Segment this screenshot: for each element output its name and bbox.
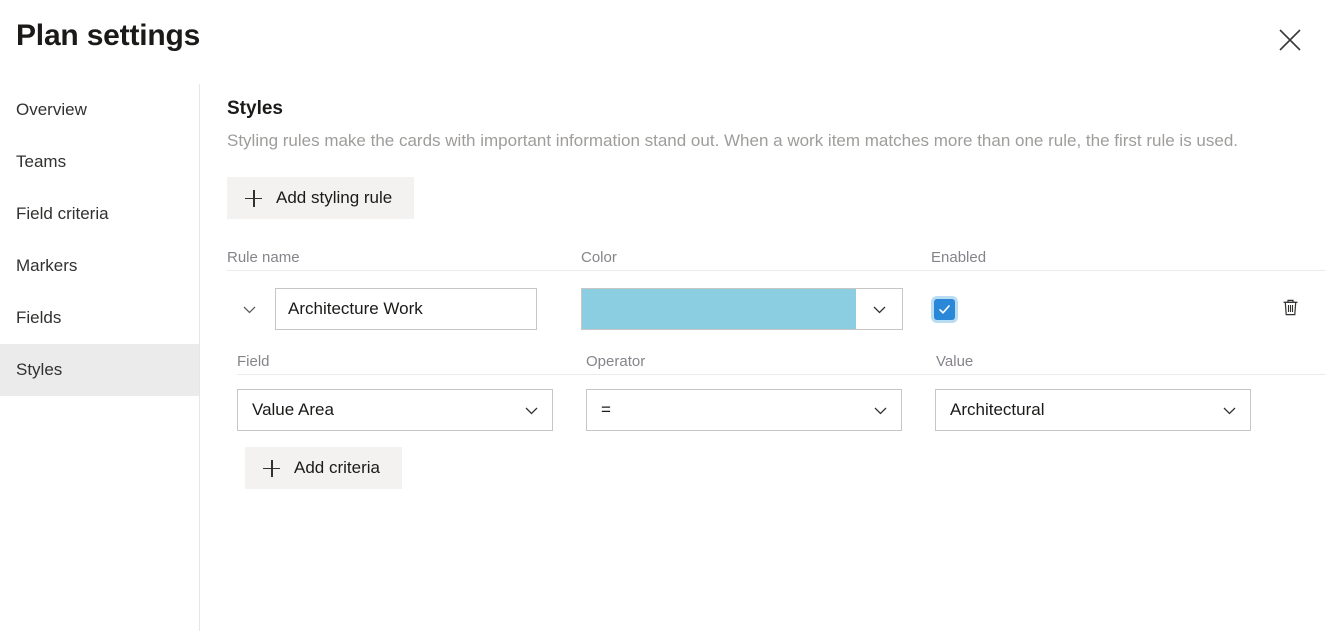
page-title: Plan settings xyxy=(16,14,200,58)
chevron-down-icon xyxy=(522,401,541,420)
sidebar-item-styles[interactable]: Styles xyxy=(0,344,199,396)
rule-delete-cell xyxy=(1260,293,1320,325)
sidebar-item-teams[interactable]: Teams xyxy=(0,136,199,188)
rule-enabled-cell xyxy=(931,299,1260,320)
sidebar-item-label: Styles xyxy=(16,360,62,380)
add-styling-rule-container: Add styling rule xyxy=(227,177,1326,219)
column-header-enabled: Enabled xyxy=(931,249,1326,266)
plus-icon xyxy=(245,190,262,207)
add-styling-rule-label: Add styling rule xyxy=(276,188,392,208)
enabled-checkbox[interactable] xyxy=(934,299,955,320)
value-dropdown-value: Architectural xyxy=(950,400,1044,420)
settings-sidebar: Overview Teams Field criteria Markers Fi… xyxy=(0,84,200,631)
criteria-block: Field Operator Value Value Area xyxy=(227,347,1326,489)
column-header-operator: Operator xyxy=(586,353,936,370)
criteria-column-headers: Field Operator Value xyxy=(237,347,1326,375)
rule-color-cell xyxy=(581,288,931,330)
chevron-down-icon xyxy=(1220,401,1239,420)
add-criteria-container: Add criteria xyxy=(245,447,1326,489)
styles-panel: Styles Styling rules make the cards with… xyxy=(200,84,1326,631)
styling-rule-row xyxy=(227,271,1326,345)
sidebar-item-label: Field criteria xyxy=(16,204,109,224)
sidebar-item-field-criteria[interactable]: Field criteria xyxy=(0,188,199,240)
sidebar-item-label: Overview xyxy=(16,100,87,120)
sidebar-item-label: Fields xyxy=(16,308,61,328)
section-description: Styling rules make the cards with import… xyxy=(227,128,1305,154)
plus-icon xyxy=(263,460,280,477)
sidebar-item-label: Markers xyxy=(16,256,77,276)
column-header-field: Field xyxy=(237,353,586,370)
field-dropdown[interactable]: Value Area xyxy=(237,389,553,431)
rule-name-input[interactable] xyxy=(275,288,537,330)
section-title: Styles xyxy=(227,96,1326,122)
rule-name-cell xyxy=(227,288,581,330)
panel-body: Overview Teams Field criteria Markers Fi… xyxy=(0,84,1326,631)
styling-rules-table: Rule name Color Enabled xyxy=(227,241,1326,489)
add-criteria-label: Add criteria xyxy=(294,458,380,478)
panel-header: Plan settings xyxy=(0,0,1326,84)
sidebar-item-label: Teams xyxy=(16,152,66,172)
close-button[interactable] xyxy=(1270,20,1310,60)
color-swatch xyxy=(582,289,856,329)
column-header-rule-name: Rule name xyxy=(227,249,581,266)
color-picker[interactable] xyxy=(581,288,903,330)
sidebar-item-overview[interactable]: Overview xyxy=(0,84,199,136)
sidebar-item-markers[interactable]: Markers xyxy=(0,240,199,292)
chevron-down-icon xyxy=(871,401,890,420)
criteria-row: Value Area = xyxy=(237,375,1326,445)
rules-column-headers: Rule name Color Enabled xyxy=(227,241,1326,271)
operator-dropdown-value: = xyxy=(601,400,611,420)
close-icon xyxy=(1277,27,1303,53)
column-header-color: Color xyxy=(581,249,931,266)
operator-dropdown[interactable]: = xyxy=(586,389,902,431)
value-dropdown[interactable]: Architectural xyxy=(935,389,1251,431)
delete-rule-button[interactable] xyxy=(1274,293,1306,325)
column-header-value: Value xyxy=(936,353,1326,370)
add-styling-rule-button[interactable]: Add styling rule xyxy=(227,177,414,219)
chevron-down-icon[interactable] xyxy=(233,293,265,325)
chevron-down-icon[interactable] xyxy=(856,289,902,329)
sidebar-item-fields[interactable]: Fields xyxy=(0,292,199,344)
trash-icon xyxy=(1280,297,1301,321)
field-dropdown-value: Value Area xyxy=(252,400,334,420)
add-criteria-button[interactable]: Add criteria xyxy=(245,447,402,489)
